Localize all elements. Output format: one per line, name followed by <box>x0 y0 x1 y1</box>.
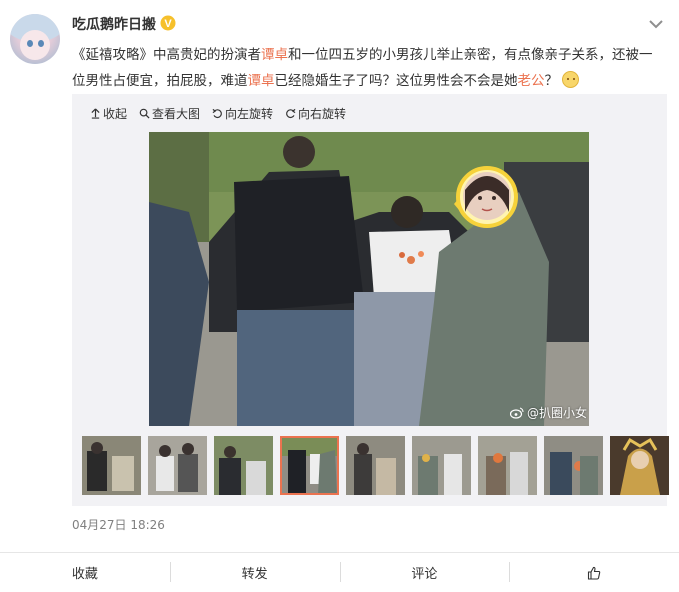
collapse-button[interactable]: 收起 <box>90 103 127 123</box>
favorite-button[interactable]: 收藏 <box>0 553 170 592</box>
watermark-text: @扒圈小女 <box>527 406 588 420</box>
main-photo[interactable] <box>149 132 589 426</box>
thumbnail-image <box>544 436 603 495</box>
image-toolbar: 收起 查看大图 向左旋转 向右旋转 <box>90 103 358 123</box>
thumbnail[interactable] <box>610 436 669 495</box>
keyword-link[interactable]: 老公 <box>518 73 545 89</box>
thumbnail-image <box>478 436 537 495</box>
weibo-post-card: 吃瓜鹅昨日搬 V 《延禧攻略》中高贵妃的扮演者谭卓和一位四五岁的小男孩儿举止亲密… <box>0 0 679 592</box>
repost-label: 转发 <box>241 567 268 582</box>
thumbnail-image <box>148 436 207 495</box>
post-timestamp[interactable]: 04月27日 18:26 <box>72 516 165 533</box>
post-text-part: 《延禧攻略》中高贵妃的扮演者 <box>72 47 261 63</box>
thumbnail-image <box>610 436 669 495</box>
thumbnail[interactable] <box>214 436 273 495</box>
verified-badge-icon: V <box>160 15 176 31</box>
thumbnail-image <box>82 436 141 495</box>
chevron-down-icon[interactable] <box>648 18 664 30</box>
weibo-icon <box>510 407 524 419</box>
favorite-label: 收藏 <box>71 567 98 582</box>
rotate-right-icon <box>286 108 296 118</box>
rotate-left-button[interactable]: 向左旋转 <box>212 103 273 123</box>
post-body: 《延禧攻略》中高贵妃的扮演者谭卓和一位四五岁的小男孩儿举止亲密，有点像亲子关系，… <box>72 42 657 94</box>
avatar-eye <box>27 40 33 47</box>
post-text-part: 已经隐婚生子了吗？这位男性会不会是她 <box>274 73 518 89</box>
search-icon <box>139 108 150 119</box>
verified-badge-label: V <box>164 18 172 30</box>
arrow-up-icon <box>91 107 100 119</box>
user-avatar[interactable] <box>10 14 60 64</box>
thumbnail-strip <box>82 436 669 495</box>
mention-link[interactable]: 谭卓 <box>261 47 288 63</box>
thumbnail[interactable] <box>544 436 603 495</box>
repost-button[interactable]: 转发 <box>169 553 340 592</box>
mention-link[interactable]: 谭卓 <box>248 73 275 89</box>
photo-watermark: @扒圈小女 <box>510 404 587 421</box>
avatar-face <box>20 30 50 60</box>
thumbs-up-icon <box>588 566 601 580</box>
thumbnail-image <box>412 436 471 495</box>
like-button[interactable] <box>509 553 679 592</box>
thumbnail-image <box>214 436 273 495</box>
thumbnail-image <box>280 436 339 495</box>
comment-button[interactable]: 评论 <box>339 553 510 592</box>
doge-emoji-icon <box>562 71 580 88</box>
thumbnail[interactable] <box>82 436 141 495</box>
thumbnail[interactable] <box>346 436 405 495</box>
avatar-eye <box>38 40 44 47</box>
username[interactable]: 吃瓜鹅昨日搬 <box>72 14 156 34</box>
thumbnail[interactable] <box>412 436 471 495</box>
action-bar: 收藏 转发 评论 <box>0 553 679 592</box>
thumbnail-image <box>346 436 405 495</box>
post-text-part: ？ <box>544 73 559 89</box>
rotate-left-icon <box>212 108 222 118</box>
view-large-label: 查看大图 <box>152 106 201 121</box>
rotate-right-button[interactable]: 向右旋转 <box>285 103 346 123</box>
comment-label: 评论 <box>411 567 438 582</box>
collapse-label: 收起 <box>103 106 128 121</box>
photo-scene <box>149 132 589 426</box>
rotate-left-label: 向左旋转 <box>225 106 274 121</box>
view-large-button[interactable]: 查看大图 <box>139 103 200 123</box>
thumbnail[interactable] <box>478 436 537 495</box>
thumbnail[interactable] <box>148 436 207 495</box>
rotate-right-label: 向右旋转 <box>298 106 347 121</box>
thumbnail-active[interactable] <box>280 436 339 495</box>
